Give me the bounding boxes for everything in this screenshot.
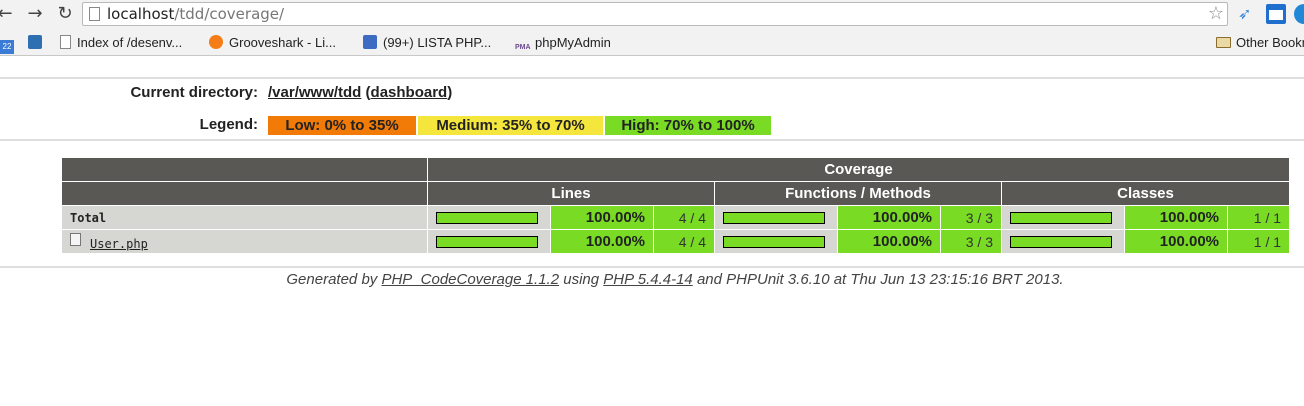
back-icon[interactable]: ← <box>0 3 16 25</box>
lines-percent: 100.00% <box>550 229 654 254</box>
url-text[interactable]: localhost/tdd/coverage/ <box>107 5 284 23</box>
directory-path-link[interactable]: /var/www/tdd <box>268 84 361 101</box>
dashboard-link[interactable]: dashboard <box>371 84 448 101</box>
other-bookmarks[interactable]: Other Bookmarks <box>1216 33 1304 53</box>
row-name: Total <box>61 205 428 230</box>
functions-percent: 100.00% <box>837 229 941 254</box>
header-empty-cell <box>61 181 428 206</box>
extension-icon[interactable] <box>1294 4 1304 24</box>
page-icon <box>60 35 71 49</box>
grooveshark-icon <box>209 35 223 49</box>
classes-percent: 100.00% <box>1124 229 1228 254</box>
divider <box>0 266 1304 268</box>
bookmark-grooveshark[interactable]: Grooveshark - Li... <box>209 33 336 53</box>
table-row-file: User.php 100.00% 4 / 4 100.00% 3 / 3 100… <box>61 229 1291 254</box>
divider <box>0 77 1304 79</box>
classes-header: Classes <box>1000 181 1291 206</box>
lines-count: 4 / 4 <box>653 229 715 254</box>
trello-icon <box>28 35 42 49</box>
functions-count: 3 / 3 <box>940 229 1002 254</box>
legend-label: Legend: <box>199 116 258 133</box>
functions-count: 3 / 3 <box>940 205 1002 230</box>
bookmark-calendar[interactable]: 22 <box>0 33 20 54</box>
header-row-columns: Lines Functions / Methods Classes <box>61 181 1291 206</box>
header-row-coverage: Coverage <box>61 157 1291 182</box>
classes-bar <box>1001 229 1125 254</box>
coverage-table: Coverage Lines Functions / Methods Class… <box>61 157 1291 254</box>
lines-percent: 100.00% <box>550 205 654 230</box>
lines-bar <box>427 229 551 254</box>
classes-percent: 100.00% <box>1124 205 1228 230</box>
php-link[interactable]: PHP 5.4.4-14 <box>603 271 693 288</box>
row-name: User.php <box>61 229 428 254</box>
functions-percent: 100.00% <box>837 205 941 230</box>
bookmark-lista-php[interactable]: (99+) LISTA PHP... <box>363 33 491 53</box>
functions-bar <box>714 205 838 230</box>
legend-low: Low: 0% to 35% <box>268 116 416 135</box>
classes-bar <box>1001 205 1125 230</box>
forward-icon[interactable]: → <box>24 3 46 25</box>
header-empty-cell <box>61 157 428 182</box>
legend-medium: Medium: 35% to 70% <box>418 116 603 135</box>
chat-icon <box>363 35 377 49</box>
coverage-header: Coverage <box>426 157 1291 182</box>
star-icon[interactable]: ☆ <box>1208 4 1224 24</box>
current-directory-label: Current directory: <box>130 84 258 101</box>
calendar-icon: 22 <box>0 40 14 54</box>
lines-count: 4 / 4 <box>653 205 715 230</box>
phpmyadmin-icon: PMA <box>515 41 531 55</box>
footer: Generated by PHP_CodeCoverage 1.1.2 usin… <box>286 271 1064 288</box>
table-row-total: Total 100.00% 4 / 4 100.00% 3 / 3 100.00… <box>61 205 1291 230</box>
divider <box>0 139 1304 141</box>
file-link[interactable]: User.php <box>90 237 148 251</box>
bookmark-index[interactable]: Index of /desenv... <box>60 33 182 53</box>
address-bar[interactable]: localhost/tdd/coverage/ ☆ <box>82 2 1228 26</box>
folder-icon <box>1216 37 1231 48</box>
codecoverage-link[interactable]: PHP_CodeCoverage 1.1.2 <box>381 271 559 288</box>
classes-count: 1 / 1 <box>1226 229 1291 254</box>
page-icon <box>89 7 100 21</box>
current-directory-value: /var/www/tdd (dashboard) <box>268 84 453 101</box>
bookmarks-bar: 22 Index of /desenv... Grooveshark - Li.… <box>0 30 1304 56</box>
legend-high: High: 70% to 100% <box>605 116 771 135</box>
lines-bar <box>427 205 551 230</box>
browser-toolbar: ← → ↻ localhost/tdd/coverage/ ☆ ➶ <box>0 0 1304 30</box>
bird-extension-icon[interactable]: ➶ <box>1238 4 1258 24</box>
functions-header: Functions / Methods <box>714 181 1002 206</box>
reload-icon[interactable]: ↻ <box>54 3 76 25</box>
bookmark-phpmyadmin[interactable]: PMA phpMyAdmin <box>515 33 611 55</box>
lines-header: Lines <box>427 181 715 206</box>
classes-count: 1 / 1 <box>1226 205 1291 230</box>
functions-bar <box>714 229 838 254</box>
bookmark-trello[interactable] <box>28 33 48 53</box>
calendar-extension-icon[interactable] <box>1266 4 1286 24</box>
file-icon <box>70 232 81 246</box>
